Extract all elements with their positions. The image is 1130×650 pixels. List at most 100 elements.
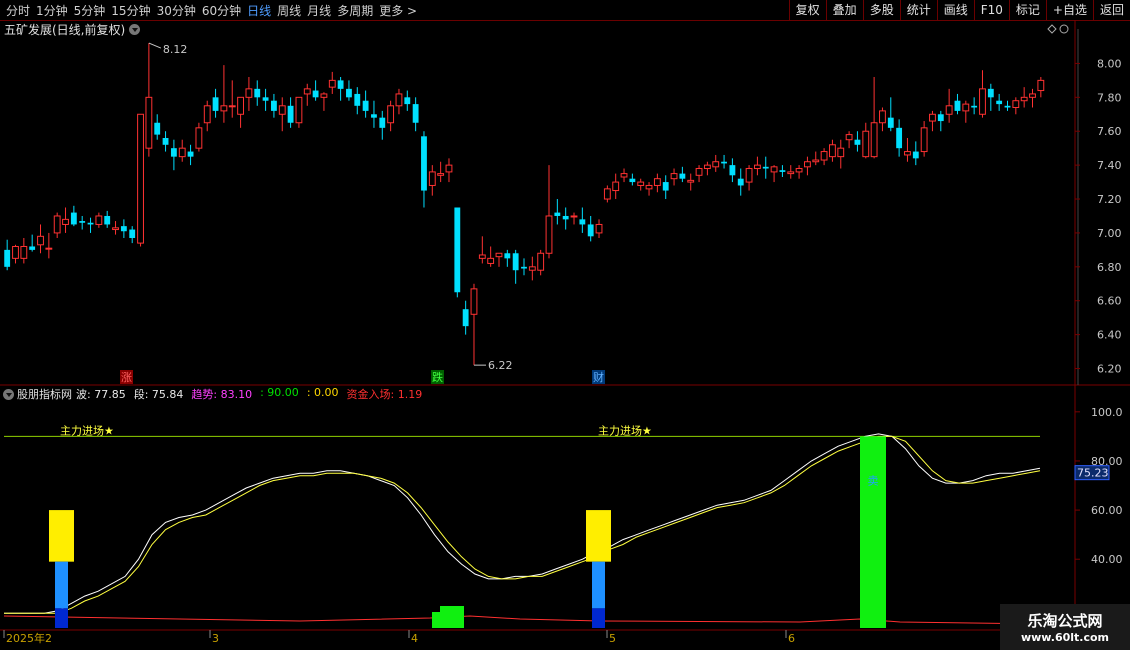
candle-body <box>328 79 336 88</box>
candle-body <box>87 222 94 225</box>
candle-body <box>454 207 461 293</box>
candle-body <box>971 105 978 108</box>
candle-body <box>45 247 53 250</box>
candle-body <box>379 117 386 128</box>
date-label-2: 4 <box>411 632 418 645</box>
candle-body <box>837 147 845 158</box>
candle-body <box>787 171 795 175</box>
candle-body <box>254 88 261 98</box>
sell-bar <box>860 436 886 628</box>
candle-body <box>237 96 244 115</box>
candle-body <box>753 164 761 170</box>
indicator-axis-label: 60.00 <box>1091 504 1123 517</box>
price-axis-label: 7.40 <box>1097 159 1122 172</box>
candle-body <box>987 88 994 98</box>
candle-body <box>170 148 177 157</box>
candle-body <box>470 288 478 315</box>
candle-body <box>337 80 344 89</box>
candle-body <box>879 110 886 124</box>
candle-body <box>545 215 553 254</box>
candle-body <box>287 105 294 123</box>
price-axis-label: 7.60 <box>1097 125 1122 138</box>
high-label: 8.12 <box>163 43 188 56</box>
candle-body <box>896 127 903 149</box>
price-axis-label: 6.40 <box>1097 329 1122 342</box>
candle-body <box>862 130 870 158</box>
current-value-label: 75.23 <box>1077 467 1109 480</box>
candle-body <box>70 212 77 225</box>
candle-body <box>120 226 127 232</box>
candle-body <box>721 161 727 164</box>
date-label-1: 3 <box>212 632 219 645</box>
entry-bar-1-yellow <box>49 510 74 562</box>
candle-body <box>303 88 311 95</box>
candle-body <box>637 181 645 186</box>
candle-body <box>820 151 828 161</box>
date-label-3: 5 <box>609 632 616 645</box>
candle-body <box>620 173 628 178</box>
candle-body <box>504 253 511 259</box>
candle-body <box>679 173 686 179</box>
candle-body <box>537 252 545 271</box>
candle-body <box>178 147 186 158</box>
candle-body <box>670 173 678 180</box>
event-badge-1: 跌 <box>432 370 443 384</box>
price-axis-label: 7.00 <box>1097 227 1122 240</box>
candle-body <box>512 253 519 271</box>
candle-body <box>662 182 669 191</box>
candle-body <box>920 127 928 153</box>
candle-body <box>1004 105 1011 108</box>
candle-body <box>579 219 586 225</box>
price-axis-label: 7.20 <box>1097 193 1122 206</box>
candle-body <box>870 122 878 158</box>
candle-body <box>462 309 469 327</box>
candle-body <box>695 168 703 176</box>
candle-body <box>395 93 403 107</box>
price-axis-label: 6.80 <box>1097 261 1122 274</box>
candle-body <box>412 104 419 123</box>
candle-body <box>62 218 69 225</box>
candle-body <box>962 103 970 112</box>
circle-icon <box>1059 24 1069 34</box>
candle-body <box>937 114 944 122</box>
price-axis-label: 6.60 <box>1097 295 1122 308</box>
entry-bar-2-darkblue <box>592 608 605 628</box>
candle-body <box>371 114 377 118</box>
candle-body <box>845 134 853 141</box>
price-axis-label: 6.20 <box>1097 363 1122 376</box>
candle-body <box>362 100 369 111</box>
chart-canvas[interactable]: 8.00 7.80 7.60 7.40 7.20 7.00 6.80 6.60 6.40 6.20… <box>0 0 1130 650</box>
candle-body <box>687 179 695 183</box>
candle-body <box>703 164 711 170</box>
candle-body <box>595 223 603 234</box>
candle-body <box>320 93 328 98</box>
candle-body <box>1037 79 1045 92</box>
entry-bar-2-yellow <box>586 510 611 562</box>
candle-body <box>428 171 436 186</box>
candle-body <box>1020 96 1028 102</box>
candle-body <box>629 178 636 183</box>
entry-bar-1-lightblue <box>55 561 68 609</box>
candle-body <box>437 173 445 176</box>
candle-body <box>162 138 169 145</box>
candle-body <box>562 215 569 220</box>
candle-body <box>653 178 661 186</box>
candle-body <box>137 113 144 244</box>
candle-body <box>262 97 269 101</box>
candle-body <box>737 178 744 186</box>
candle-body <box>645 184 653 190</box>
event-badge-2: 财 <box>593 370 604 384</box>
candle-body <box>129 229 136 239</box>
price-axis-label: 8.00 <box>1097 57 1122 70</box>
candle-body <box>887 117 894 128</box>
candle-body <box>979 88 986 115</box>
candle-body <box>4 249 11 267</box>
low-label: 6.22 <box>488 359 513 372</box>
candle-body <box>37 235 44 246</box>
candle-body <box>95 215 103 225</box>
candle-body <box>554 212 561 216</box>
event-badge-0: 涨 <box>121 371 132 384</box>
candle-body <box>404 97 411 105</box>
diamond-icon <box>1047 24 1057 34</box>
price-axis-label: 7.80 <box>1097 91 1122 104</box>
